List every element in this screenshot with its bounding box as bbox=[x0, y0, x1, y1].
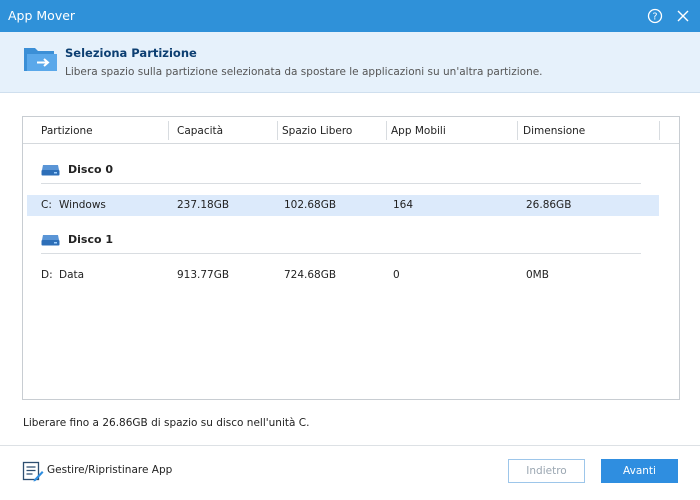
next-button[interactable]: Avanti bbox=[601, 459, 678, 483]
manage-restore-apps-label: Gestire/Ripristinare App bbox=[47, 464, 173, 476]
partition-size: 0MB bbox=[526, 269, 549, 281]
table-row[interactable]: C: Windows 237.18GB 102.68GB 164 26.86GB bbox=[27, 195, 659, 216]
disk-label: Disco 0 bbox=[68, 163, 114, 176]
partition-capacity: 237.18GB bbox=[177, 199, 230, 211]
disk-label: Disco 1 bbox=[68, 233, 114, 246]
partition-movable-apps: 164 bbox=[393, 199, 414, 211]
status-text: Liberare fino a 26.86GB di spazio su dis… bbox=[23, 417, 310, 429]
title-bar: App Mover ? bbox=[0, 0, 700, 32]
partition-free-space: 102.68GB bbox=[284, 199, 337, 211]
help-circle-icon: ? bbox=[647, 8, 663, 24]
partition-name: Windows bbox=[59, 199, 106, 211]
list-edit-icon bbox=[22, 461, 44, 482]
partition-letter: C: bbox=[41, 199, 52, 211]
partition-capacity: 913.77GB bbox=[177, 269, 230, 281]
partition-letter: D: bbox=[41, 269, 53, 281]
disk-divider bbox=[41, 253, 641, 254]
column-divider bbox=[277, 121, 278, 140]
disk-drive-icon bbox=[41, 165, 60, 176]
close-button[interactable] bbox=[673, 6, 693, 26]
partition-size: 26.86GB bbox=[526, 199, 572, 211]
column-divider bbox=[517, 121, 518, 140]
column-header-movable-apps[interactable]: App Mobili bbox=[391, 125, 446, 137]
back-button[interactable]: Indietro bbox=[508, 459, 585, 483]
partition-free-space: 724.68GB bbox=[284, 269, 337, 281]
svg-text:?: ? bbox=[652, 12, 657, 23]
folder-arrow-icon bbox=[24, 48, 57, 71]
column-divider bbox=[168, 121, 169, 140]
footer-divider bbox=[0, 445, 700, 446]
partition-movable-apps: 0 bbox=[393, 269, 400, 281]
partition-name: Data bbox=[59, 269, 85, 281]
help-button[interactable]: ? bbox=[645, 6, 665, 26]
banner-title: Seleziona Partizione bbox=[65, 46, 197, 60]
partition-table: Partizione Capacità Spazio Libero App Mo… bbox=[22, 116, 680, 400]
column-header-size[interactable]: Dimensione bbox=[523, 125, 585, 137]
table-header: Partizione Capacità Spazio Libero App Mo… bbox=[23, 117, 679, 144]
column-header-free-space[interactable]: Spazio Libero bbox=[282, 125, 352, 137]
column-header-partition[interactable]: Partizione bbox=[41, 125, 93, 137]
column-header-capacity[interactable]: Capacità bbox=[177, 125, 223, 137]
window-title: App Mover bbox=[8, 8, 76, 23]
table-row[interactable]: D: Data 913.77GB 724.68GB 0 0MB bbox=[27, 265, 659, 286]
header-banner: Seleziona Partizione Libera spazio sulla… bbox=[0, 32, 700, 93]
banner-subtitle: Libera spazio sulla partizione seleziona… bbox=[65, 66, 543, 78]
close-icon bbox=[677, 10, 689, 22]
disk-divider bbox=[41, 183, 641, 184]
column-divider bbox=[659, 121, 660, 140]
column-divider bbox=[386, 121, 387, 140]
disk-drive-icon bbox=[41, 235, 60, 246]
